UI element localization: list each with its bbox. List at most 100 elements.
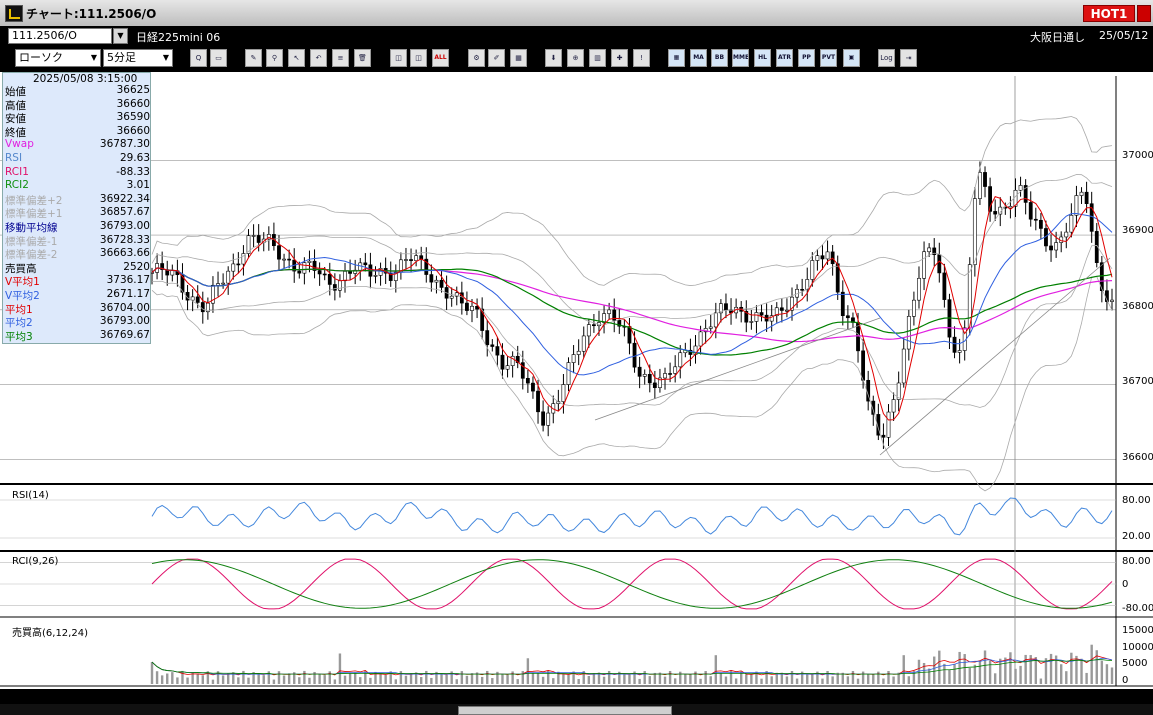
- candle-body: [607, 309, 612, 314]
- chart-svg[interactable]: [0, 72, 1153, 689]
- candle-body: [200, 302, 205, 313]
- chart-type-select[interactable]: ローソク ▼: [15, 49, 101, 67]
- close-button[interactable]: [1137, 5, 1151, 22]
- candle-body: [815, 255, 820, 261]
- brush-button[interactable]: ✐: [488, 49, 505, 67]
- volume-bar: [226, 673, 230, 684]
- volume-bar: [663, 676, 667, 684]
- atr-button[interactable]: ATR: [776, 49, 793, 67]
- ma-button[interactable]: MA: [690, 49, 707, 67]
- info-row: 売買高 2520: [5, 261, 150, 275]
- info-row: 平均2 36793.00: [5, 315, 150, 329]
- volume-bar: [465, 675, 469, 684]
- volume-bar: [866, 674, 870, 684]
- volume-bar: [211, 679, 215, 684]
- volume-bar: [1034, 657, 1038, 684]
- candle-body: [652, 382, 657, 388]
- settings-button[interactable]: ⚙: [468, 49, 485, 67]
- candle-body: [571, 354, 576, 363]
- volume-bar: [323, 675, 326, 684]
- info-value: 36663.66: [99, 247, 150, 260]
- price-tick-label: 36700: [1122, 376, 1153, 387]
- volume-bar: [221, 675, 225, 684]
- bb-button[interactable]: BB: [711, 49, 728, 67]
- stamp-button[interactable]: ⬇: [545, 49, 562, 67]
- volume-bar: [668, 670, 672, 684]
- candle-body: [236, 263, 241, 266]
- window-button[interactable]: ▭: [210, 49, 227, 67]
- info-row: 標準偏差+2 36922.34: [5, 193, 150, 207]
- price-tick-label: 37000: [1122, 150, 1153, 161]
- hot-button[interactable]: HOT1: [1083, 5, 1135, 22]
- chart-area[interactable]: [0, 72, 1153, 689]
- candle-body: [1018, 185, 1023, 191]
- candle-body: [993, 211, 998, 215]
- candle-button[interactable]: ◫: [390, 49, 407, 67]
- volume-bar: [760, 678, 763, 684]
- volume-bar: [242, 670, 245, 684]
- candle-body: [363, 262, 368, 266]
- pvt-button[interactable]: PVT: [820, 49, 837, 67]
- volume-bar: [480, 676, 484, 684]
- box-button[interactable]: ▣: [843, 49, 860, 67]
- volume-bar: [1019, 665, 1022, 684]
- candle-red-button[interactable]: ◫: [410, 49, 427, 67]
- info-row: 標準偏差-1 36728.33: [5, 234, 150, 248]
- palette-button[interactable]: ▦: [510, 49, 527, 67]
- cross-button[interactable]: ✚: [611, 49, 628, 67]
- volume-bar: [343, 675, 347, 684]
- all-button[interactable]: ALL: [432, 49, 449, 67]
- candle-body: [1079, 191, 1084, 196]
- candle-body: [287, 258, 292, 261]
- info-row: 安値 36590: [5, 111, 150, 125]
- candle-body: [277, 245, 281, 260]
- magnifier-button[interactable]: ⊕: [567, 49, 584, 67]
- list-button[interactable]: ≡: [332, 49, 349, 67]
- candle-body: [216, 283, 220, 286]
- volume-bar: [536, 672, 540, 684]
- price-tick-label: 36800: [1122, 301, 1153, 312]
- candle-body: [800, 288, 805, 291]
- candle-body: [1084, 191, 1089, 204]
- log-button[interactable]: Log: [878, 49, 895, 67]
- undo-button[interactable]: ↶: [310, 49, 327, 67]
- nodes-button[interactable]: ⚲: [266, 49, 283, 67]
- info-row: 平均1 36704.00: [5, 302, 150, 316]
- volume-bar: [607, 670, 611, 684]
- candle-body: [785, 309, 789, 312]
- blank-button[interactable]: !: [633, 49, 650, 67]
- candle-body: [439, 279, 444, 288]
- candle-body: [637, 366, 642, 377]
- exit-button[interactable]: ⇥: [900, 49, 917, 67]
- pen-button[interactable]: ✎: [245, 49, 262, 67]
- volume-bar: [933, 656, 936, 684]
- pp-button[interactable]: PP: [798, 49, 815, 67]
- candle-body: [749, 321, 754, 323]
- volume-bar: [430, 677, 433, 684]
- symbol-input[interactable]: 111.2506/O: [8, 28, 112, 44]
- grid-button[interactable]: ▦: [668, 49, 685, 67]
- volume-bar: [689, 674, 692, 684]
- candle-body: [282, 258, 286, 261]
- volume-bar: [160, 675, 164, 684]
- candle-body: [226, 270, 231, 284]
- symbol-dropdown-button[interactable]: ▼: [113, 28, 128, 44]
- bars-button[interactable]: ▥: [589, 49, 606, 67]
- info-value: 36769.67: [99, 328, 150, 341]
- mme-button[interactable]: MME: [732, 49, 749, 67]
- volume-bar: [308, 677, 311, 684]
- hl-button[interactable]: HL: [754, 49, 771, 67]
- volume-bar: [851, 671, 855, 684]
- trash-button[interactable]: 🗑: [354, 49, 371, 67]
- scrollbar-thumb[interactable]: [458, 706, 672, 715]
- cursor-button[interactable]: ↖: [288, 49, 305, 67]
- volume-bar: [1009, 652, 1012, 684]
- volume-bar: [963, 654, 966, 684]
- volume-bar: [1049, 653, 1053, 684]
- volume-bar: [506, 674, 509, 684]
- volume-bar: [196, 673, 199, 684]
- zoom-button[interactable]: Q: [190, 49, 207, 67]
- volume-bar: [491, 678, 494, 684]
- candle-body: [373, 275, 378, 277]
- interval-select[interactable]: 5分足 ▼: [103, 49, 173, 67]
